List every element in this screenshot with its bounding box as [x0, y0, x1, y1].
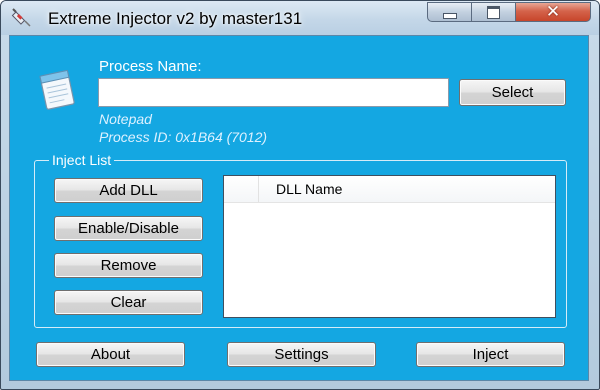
process-name-label: Process Name: [99, 58, 202, 75]
about-button[interactable]: About [36, 342, 185, 367]
select-process-button[interactable]: Select [459, 79, 566, 106]
close-icon: ✕ [545, 2, 561, 22]
dll-list-header: DLL Name [224, 176, 555, 203]
maximize-button[interactable] [471, 2, 515, 22]
close-button[interactable]: ✕ [515, 2, 591, 22]
enable-disable-button[interactable]: Enable/Disable [54, 216, 203, 241]
client-area: Process Name: Select Notepad Process ID:… [9, 35, 589, 381]
syringe-icon [11, 8, 31, 27]
window-title: Extreme Injector v2 by master131 [48, 9, 303, 28]
remove-button[interactable]: Remove [54, 253, 203, 278]
dll-name-column-header[interactable]: DLL Name [276, 181, 342, 197]
app-window: Extreme Injector v2 by master131 ✕ Proce… [0, 0, 600, 390]
minimize-button[interactable] [427, 2, 471, 22]
dll-checkbox-column-header[interactable] [224, 176, 259, 202]
inject-button[interactable]: Inject [416, 342, 565, 367]
selected-process-id: Process ID: 0x1B64 (7012) [99, 129, 268, 145]
dll-list[interactable]: DLL Name [223, 175, 556, 318]
settings-button[interactable]: Settings [227, 342, 376, 367]
notepad-icon [39, 69, 75, 110]
add-dll-button[interactable]: Add DLL [54, 178, 203, 203]
process-name-input[interactable] [98, 78, 449, 107]
selected-process-name: Notepad [99, 111, 152, 127]
minimize-icon [442, 12, 457, 19]
inject-list-legend: Inject List [49, 152, 115, 168]
caption-buttons: ✕ [427, 2, 591, 24]
clear-button[interactable]: Clear [54, 290, 203, 315]
maximize-icon [487, 5, 500, 19]
title-bar[interactable]: Extreme Injector v2 by master131 ✕ [1, 1, 599, 35]
